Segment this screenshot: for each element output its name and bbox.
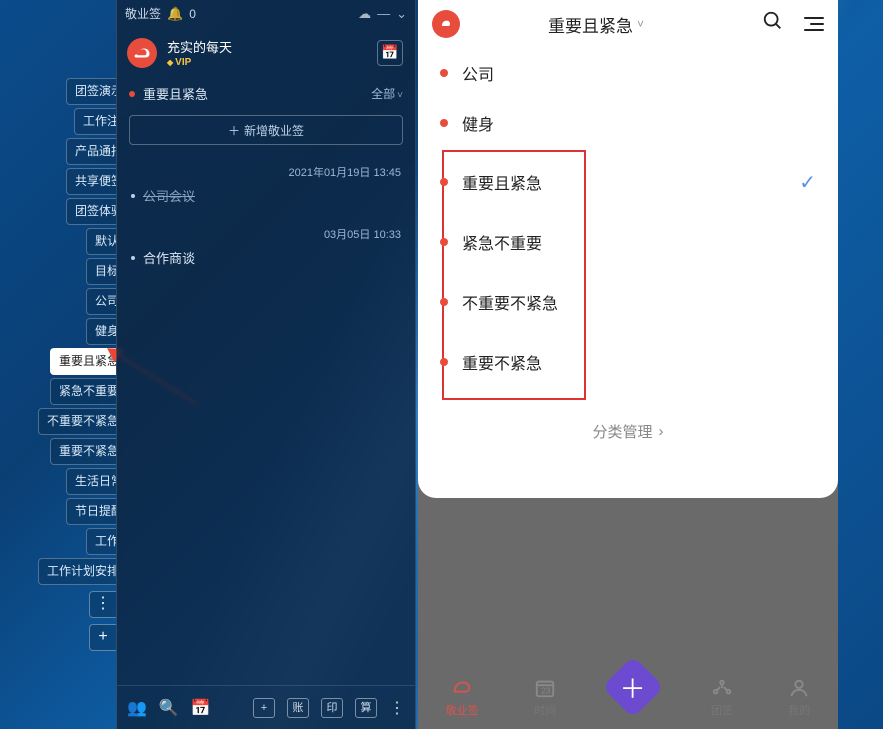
fab-add-button[interactable]: ＋ [602,656,664,718]
rail-item[interactable]: 工作注 [74,108,116,135]
plus-icon: ＋ [620,668,646,705]
tab-notes[interactable]: 敬业签 [446,677,479,718]
dot-icon [440,238,448,246]
app-logo-icon [127,38,157,68]
note-item[interactable]: 2021年01月19日 13:45 公司会议 [129,155,403,217]
box-zhang[interactable]: 账 [287,698,309,718]
box-yin[interactable]: 印 [321,698,343,718]
title-bar[interactable]: 敬业签 🔔 0 ☁ — ⌄ [117,0,415,27]
desktop-app-window: 敬业签 🔔 0 ☁ — ⌄ 充实的每天 VIP 📅 重要且紧急 全部˅ ＋ 新增… [116,0,416,729]
svg-text:23: 23 [541,686,551,695]
rail-item[interactable]: 重要且紧急 [50,348,116,375]
mobile-header: 重要且紧急 ˅ [418,0,838,48]
chevron-down-icon: ˅ [397,90,403,101]
category-item[interactable]: 不重要不紧急 [418,272,838,332]
category-item[interactable]: 重要且紧急✓ [418,152,838,212]
calendar-small-icon[interactable]: 📅 [191,698,211,718]
rail-more-button[interactable]: ⋮ [89,591,116,618]
rail-item[interactable]: 工作 [86,528,116,555]
rail-item[interactable]: 共享便签 [66,168,116,195]
app-title: 敬业签 [125,5,161,22]
rail-item[interactable]: 团签演示 [66,78,116,105]
rail-item[interactable]: 目标 [86,258,116,285]
manage-categories-link[interactable]: 分类管理› [418,406,838,456]
section-dot-icon [129,91,135,97]
rail-item[interactable]: 不重要不紧急 [38,408,116,435]
bell-icon[interactable]: 🔔 [167,6,183,22]
search-icon[interactable]: 🔍 [159,698,179,718]
profile-row: 充实的每天 VIP 📅 [117,27,415,78]
rail-item[interactable]: 健身 [86,318,116,345]
bottom-toolbar: 👥 🔍 📅 + 账 印 算 ⋮ [117,685,415,729]
rail-add-button[interactable]: + [89,624,116,651]
rail-item[interactable]: 公司 [86,288,116,315]
rail-item[interactable]: 紧急不重要 [50,378,116,405]
section-header: 重要且紧急 全部˅ [117,78,415,109]
bullet-icon [131,256,135,260]
more-icon[interactable]: ⋮ [389,698,405,718]
category-rail: 团签演示工作注产品通报共享便签团签体验默认目标公司健身重要且紧急紧急不重要不重要… [0,78,116,651]
rail-item[interactable]: 默认 [86,228,116,255]
dot-icon [440,298,448,306]
mobile-panel: 重要且紧急 ˅ 公司健身 重要且紧急✓紧急不重要不重要不紧急重要不紧急 分类管理… [418,0,838,729]
note-text: 合作商谈 [143,248,195,267]
category-item[interactable]: 重要不紧急 [418,332,838,392]
bell-count: 0 [189,7,196,21]
contacts-icon[interactable]: 👥 [127,698,147,718]
tab-team[interactable]: 团签 [711,677,733,718]
category-item[interactable]: 紧急不重要 [418,212,838,272]
note-item[interactable]: 03月05日 10:33 合作商谈 [129,217,403,279]
box-suan[interactable]: 算 [355,698,377,718]
dot-icon [440,358,448,366]
chevron-down-icon: ˅ [637,17,644,31]
note-text: 公司会议 [143,186,195,205]
category-item[interactable]: 健身 [418,98,838,148]
dot-icon [440,178,448,186]
tab-mine[interactable]: 我的 [788,677,810,718]
mobile-title[interactable]: 重要且紧急 ˅ [440,12,752,37]
check-icon: ✓ [799,170,816,195]
add-note-button[interactable]: ＋ 新增敬业签 [129,115,403,145]
tab-time[interactable]: 23 时间 [534,677,556,718]
collapse-icon[interactable]: ⌄ [396,6,407,22]
rail-item[interactable]: 工作计划安排 [38,558,116,585]
rail-item[interactable]: 团签体验 [66,198,116,225]
category-list-highlighted: 重要且紧急✓紧急不重要不重要不紧急重要不紧急 [418,148,838,396]
dot-icon [440,119,448,127]
plus-icon: ＋ [228,122,240,139]
chevron-right-icon: › [659,423,664,440]
calendar-icon[interactable]: 📅 [377,40,403,66]
new-box-button[interactable]: + [253,698,275,718]
minimize-icon[interactable]: — [377,6,390,21]
rail-item[interactable]: 节日提醒 [66,498,116,525]
rail-item[interactable]: 产品通报 [66,138,116,165]
mobile-tabbar: 敬业签 23 时间 ＋ 团签 我的 [418,665,838,729]
vip-badge: VIP [167,57,367,68]
bullet-icon [131,194,135,198]
dot-icon [440,69,448,77]
filter-dropdown[interactable]: 全部˅ [371,85,403,102]
rail-item[interactable]: 重要不紧急 [50,438,116,465]
category-item[interactable]: 公司 [418,48,838,98]
menu-icon[interactable] [804,17,824,31]
user-name: 充实的每天 [167,37,367,56]
note-timestamp: 03月05日 10:33 [131,226,401,242]
category-sheet: 重要且紧急 ˅ 公司健身 重要且紧急✓紧急不重要不重要不紧急重要不紧急 分类管理… [418,0,838,498]
rail-item[interactable]: 生活日常 [66,468,116,495]
search-icon[interactable] [762,10,784,38]
notes-list: 2021年01月19日 13:45 公司会议03月05日 10:33 合作商谈 [117,155,415,685]
note-timestamp: 2021年01月19日 13:45 [131,164,401,180]
category-list-top: 公司健身 [418,48,838,148]
cloud-sync-icon[interactable]: ☁ [358,6,371,22]
section-title: 重要且紧急 [143,84,208,103]
